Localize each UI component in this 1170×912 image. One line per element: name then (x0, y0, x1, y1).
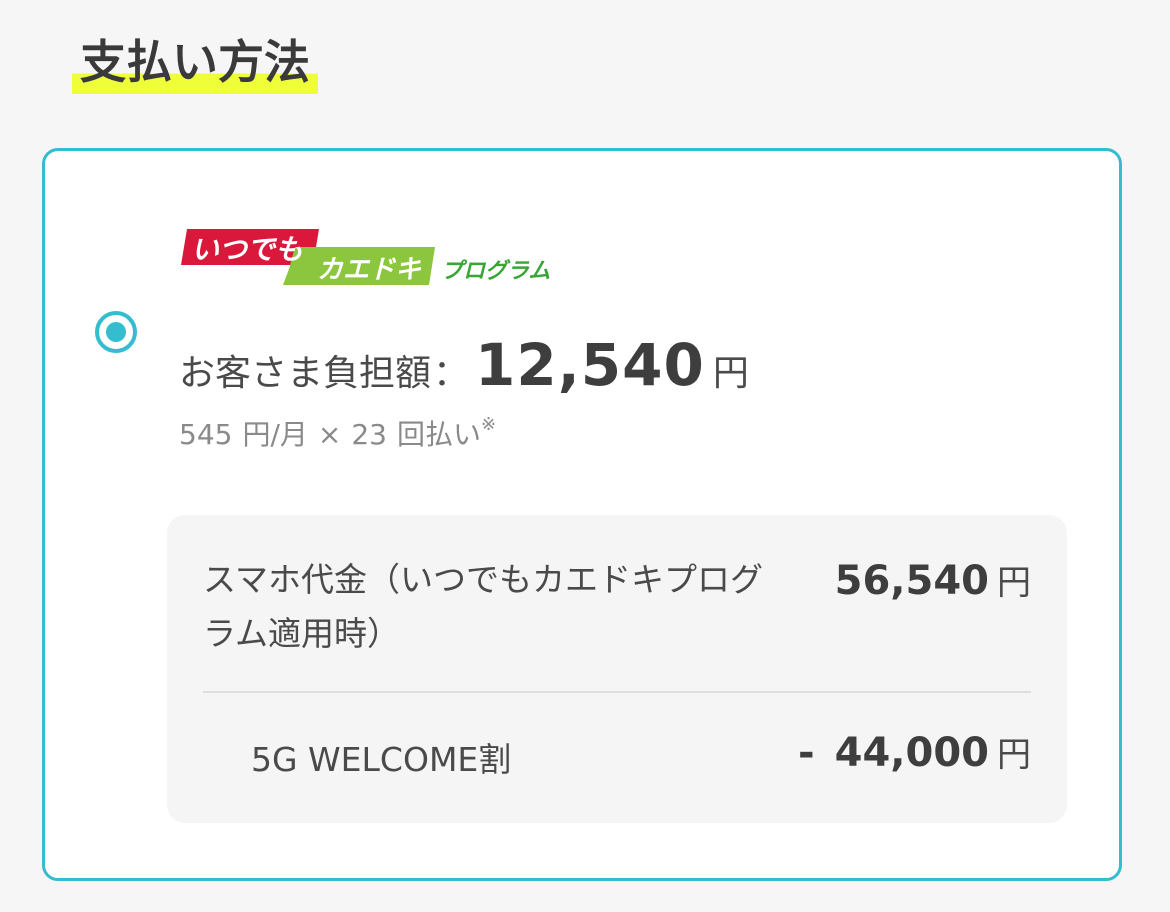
amount-unit: 円 (712, 353, 749, 394)
installment-count-unit: 回払い (397, 418, 482, 451)
logo-text-itsudemo: いつでも (191, 233, 303, 266)
amount-value: 12,540 (475, 331, 705, 399)
discount-unit: 円 (997, 735, 1031, 775)
monthly-amount: 545 (179, 418, 233, 451)
breakdown-divider (203, 691, 1031, 693)
logo-text-program: プログラム (441, 259, 550, 284)
smartphone-price-value: 56,540 円 (835, 555, 1031, 604)
section-title: 支払い方法 (72, 30, 318, 94)
note-mark: ※ (481, 414, 497, 435)
smartphone-price-label: スマホ代金（いつでもカエドキプログラム適用時） (203, 560, 764, 653)
discount-amount: 44,000 (834, 730, 989, 776)
smartphone-price-unit: 円 (997, 563, 1031, 603)
discount-value: -44,000 円 (798, 727, 1031, 776)
logo-text-kaedoki: カエドキ (317, 255, 422, 285)
installment-info: 545 円/月 × 23 回払い※ (179, 413, 496, 453)
customer-amount-row: お客さま負担額： 12,540 円 (179, 331, 749, 399)
radio-dot-icon (106, 322, 126, 342)
radio-button-selected[interactable] (95, 311, 137, 353)
times-sign: × (317, 418, 342, 451)
installment-count: 23 (351, 418, 387, 451)
itsudemo-kaedoki-program-logo: いつでも カエドキ プログラム (179, 227, 559, 291)
monthly-unit: 円/月 (242, 418, 308, 451)
amount-label: お客さま負担額 (179, 353, 432, 394)
discount-sign: - (798, 730, 815, 776)
price-breakdown-box: スマホ代金（いつでもカエドキプログラム適用時） 56,540 円 5G WELCO… (167, 515, 1067, 823)
amount-separator: ： (433, 353, 470, 394)
smartphone-price-amount: 56,540 (834, 558, 989, 604)
logo-graphic: いつでも カエドキ プログラム (181, 229, 550, 285)
payment-option-card[interactable]: いつでも カエドキ プログラム お客さま負担額： 12,540 円 545 円/月 × 2… (42, 148, 1122, 881)
discount-label: 5G WELCOME割 (251, 740, 512, 779)
